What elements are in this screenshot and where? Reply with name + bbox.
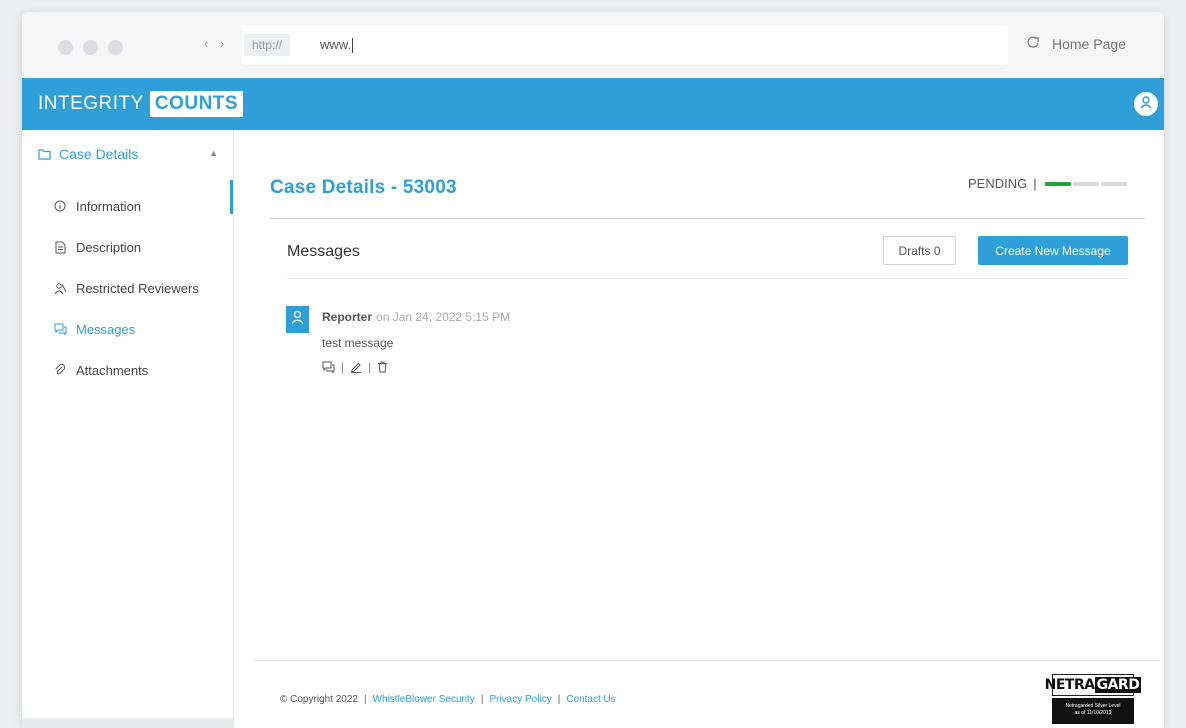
folder-icon [38,148,51,160]
page-title: Case Details - 53003 [270,177,457,198]
trash-icon[interactable] [377,361,388,373]
sidebar-item-label: Messages [76,321,136,337]
status-progress-step [1044,181,1071,186]
sidebar-item-restricted-reviewers[interactable]: Restricted Reviewers [52,278,232,298]
paperclip-icon [52,363,68,377]
url-text: www. [320,37,352,52]
browser-window: ‹ › http:// www. Home Page INTEGRITY COU… [22,12,1164,728]
sidebar-item-label: Attachments [76,362,149,378]
privacy-policy-link[interactable]: Privacy Policy [489,694,551,705]
footer-separator: | [557,694,561,705]
avatar [286,306,309,333]
chevron-up-icon[interactable]: ▲ [209,148,218,158]
app-header: INTEGRITY COUNTS [22,78,1164,130]
contact-us-link[interactable]: Contact Us [566,694,615,705]
sidebar-item-label: Description [76,239,142,255]
sidebar-active-indicator [230,180,233,214]
drafts-button[interactable]: Drafts 0 [883,236,956,265]
status-progress-step [1100,181,1127,186]
status-indicator: PENDING | [968,176,1127,191]
messages-heading: Messages [287,243,360,260]
logo-text-integrity: INTEGRITY [38,93,144,114]
document-icon [52,241,68,254]
footer: © Copyright 2022 | WhistleBlower Securit… [280,694,616,705]
browser-toolbar: ‹ › http:// www. Home Page [22,12,1164,78]
home-page-link[interactable]: Home Page [1026,35,1126,53]
sidebar-item-description[interactable]: Description [52,237,232,257]
footer-separator: | [363,694,367,705]
text-caret [352,38,354,54]
sidebar-section-case-details[interactable]: Case Details ▲ [38,146,218,162]
window-close-dot[interactable] [58,40,73,55]
whistleblower-security-link[interactable]: WhistleBlower Security [373,694,475,705]
integrity-counts-logo[interactable]: INTEGRITY COUNTS [38,91,244,117]
nav-arrows[interactable]: ‹ › [204,36,228,51]
sidebar-item-attachments[interactable]: Attachments [52,360,232,380]
divider [270,218,1145,219]
netragard-level-line2: as of 11/10/2019 [1074,710,1112,716]
reload-icon[interactable] [1026,35,1040,53]
window-minimize-dot[interactable] [83,40,98,55]
netragard-logo: NETRA GARD [1045,674,1142,696]
footer-separator: | [480,694,484,705]
status-separator: | [1033,176,1037,191]
sidebar-footer-strip [22,718,234,728]
action-separator: | [368,360,372,374]
home-page-label: Home Page [1052,36,1126,52]
info-icon [52,200,68,212]
message-timestamp: on Jan 24, 2022 5:15 PM [376,310,511,324]
logo-text-counts: COUNTS [149,91,244,117]
address-bar[interactable]: http:// www. [242,25,1008,65]
footer-divider [254,660,1160,661]
protocol-label: http:// [244,34,291,56]
sidebar: Case Details ▲ Information Description R… [22,130,234,728]
reply-icon[interactable] [322,361,335,373]
netragard-word2: GARD [1094,677,1142,693]
divider [287,278,1129,279]
message-author: Reporter [322,310,373,324]
user-icon [291,310,304,329]
netragard-level-line1: Netragarded Silver Level [1065,703,1121,709]
reviewers-icon [52,282,68,295]
status-progress-step [1072,181,1099,186]
netragard-badge[interactable]: NETRA GARD Netragarded Silver Level as of… [1045,674,1142,724]
copyright-text: © Copyright 2022 [280,694,358,705]
sidebar-section-label: Case Details [59,146,139,162]
messages-icon [52,323,68,335]
window-controls [58,40,123,55]
url-input[interactable]: www. [320,37,354,54]
sidebar-item-information[interactable]: Information [52,196,232,216]
status-label: PENDING [968,176,1028,191]
message-header: Reporter on Jan 24, 2022 5:15 PM [322,310,510,324]
netragard-word1: NETRA [1044,677,1095,693]
message-actions: | | [322,360,388,374]
create-new-message-button[interactable]: Create New Message [978,236,1128,265]
message-body: test message [322,336,394,350]
sidebar-item-messages[interactable]: Messages [52,319,232,339]
sidebar-item-label: Restricted Reviewers [76,280,199,296]
user-icon [1139,95,1153,114]
sidebar-item-label: Information [76,198,142,214]
action-separator: | [341,360,345,374]
user-account-button[interactable] [1134,92,1158,116]
window-maximize-dot[interactable] [108,40,123,55]
netragard-level-text: Netragarded Silver Level as of 11/10/201… [1052,698,1134,724]
edit-icon[interactable] [350,361,362,373]
